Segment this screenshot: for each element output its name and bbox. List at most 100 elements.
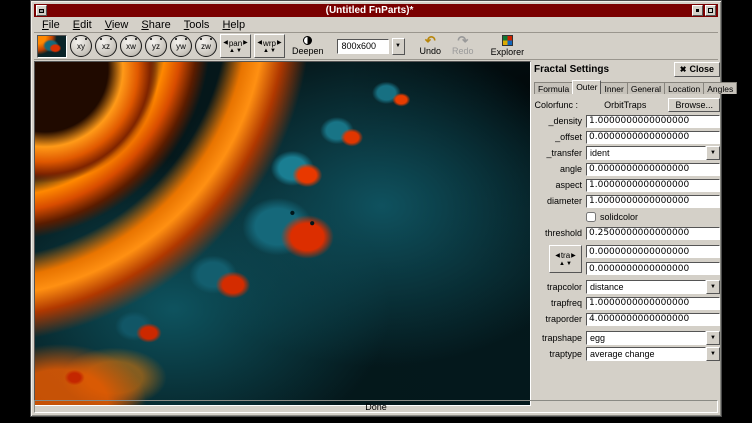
status-bar: Done [34,400,718,413]
tra-label: tra [561,251,570,260]
threshold-label: threshold [534,228,586,238]
density-input[interactable] [586,115,720,128]
solidcolor-checkbox[interactable] [586,212,596,222]
aspect-row: aspect [534,178,720,192]
aspect-input[interactable] [586,179,720,192]
fractal-thumbnail-button[interactable] [37,35,67,58]
offset-row: _offset [534,130,720,144]
traporder-row: traporder [534,312,720,326]
chevron-down-icon[interactable]: ▼ [706,331,720,345]
undo-label: Undo [420,46,442,56]
pan-down-icon[interactable]: ▼ [236,48,242,54]
trapshape-select[interactable]: egg ▼ [586,331,720,345]
tra-value2-input[interactable] [586,262,720,275]
density-label: _density [534,116,586,126]
tra-down-icon[interactable]: ▼ [566,261,572,267]
rotate-zw-button[interactable]: zw [195,35,217,57]
traptype-label: traptype [534,349,586,359]
warp-left-icon[interactable]: ◀ [257,40,262,46]
trapfreq-input[interactable] [586,297,720,310]
rotate-yz-button[interactable]: yz [145,35,167,57]
tab-formula[interactable]: Formula [534,82,573,94]
traptype-select[interactable]: average change ▼ [586,347,720,361]
aspect-label: aspect [534,180,586,190]
traptype-value: average change [586,347,706,361]
warp-down-icon[interactable]: ▼ [270,48,276,54]
tab-location[interactable]: Location [664,82,704,94]
minimize-button[interactable] [692,5,703,16]
warp-up-icon[interactable]: ▲ [263,48,269,54]
tra-up-icon[interactable]: ▲ [559,261,565,267]
diameter-input[interactable] [586,195,720,208]
deepen-button[interactable]: Deepen [288,36,328,56]
close-icon: ✖ [680,65,687,74]
warp-label: wrp [263,39,276,48]
outer-tab-content: Colorfunc : OrbitTraps Browse... _densit… [534,93,720,361]
maximize-button[interactable] [705,5,716,16]
tra-left-icon[interactable]: ◀ [555,253,560,259]
tra-right-icon[interactable]: ▶ [571,253,576,259]
tra-row: ◀ tra ▶ ▲ ▼ [534,245,720,275]
chevron-down-icon[interactable]: ▼ [706,347,720,361]
chevron-down-icon[interactable]: ▼ [706,280,720,294]
transfer-select[interactable]: ident ▼ [586,146,720,160]
menu-help[interactable]: Help [216,18,252,32]
menubar: File Edit View Share Tools Help [34,18,718,33]
threshold-row: threshold [534,226,720,240]
threshold-input[interactable] [586,227,720,240]
browse-button[interactable]: Browse... [668,98,720,112]
close-label: Close [689,64,714,74]
solidcolor-checkbox-row[interactable]: solidcolor [586,212,638,222]
angle-input[interactable] [586,163,720,176]
tab-general[interactable]: General [627,82,665,94]
tab-outer[interactable]: Outer [572,80,601,94]
close-panel-button[interactable]: ✖ Close [674,62,720,77]
pan-right-icon[interactable]: ▶ [243,40,248,46]
rotate-yw-button[interactable]: yw [170,35,192,57]
rotate-xw-button[interactable]: xw [120,35,142,57]
resolution-dropdown-button[interactable]: ▼ [392,38,405,55]
window-menu-button[interactable] [36,5,47,16]
fractal-canvas[interactable] [34,61,531,406]
menu-view[interactable]: View [99,18,136,32]
offset-label: _offset [534,132,586,142]
colorfunc-label: Colorfunc : [534,100,582,110]
resolution-field[interactable]: 800x600 [337,39,389,54]
desktop: (Untitled FnParts)* File Edit View Share… [0,0,752,423]
tab-inner[interactable]: Inner [600,82,627,94]
warp-right-icon[interactable]: ▶ [277,40,282,46]
tra-value1-input[interactable] [586,245,720,258]
resolution-control: 800x600 ▼ [337,38,405,55]
pan-left-icon[interactable]: ◀ [223,40,228,46]
pan-up-icon[interactable]: ▲ [229,48,235,54]
undo-button[interactable]: ↶ Undo [416,36,446,56]
chevron-down-icon[interactable]: ▼ [706,146,720,160]
tab-angles[interactable]: Angles [703,82,737,94]
traporder-input[interactable] [586,313,720,326]
panel-title: Fractal Settings [534,64,609,75]
pan-control[interactable]: ◀ pan ▶ ▲ ▼ [220,34,251,58]
rotate-xy-button[interactable]: xy [70,35,92,57]
menu-share[interactable]: Share [135,18,177,32]
titlebar[interactable]: (Untitled FnParts)* [34,4,718,17]
trapfreq-row: trapfreq [534,296,720,310]
offset-input[interactable] [586,131,720,144]
explorer-button[interactable]: Explorer [487,35,529,57]
tra-spinner[interactable]: ◀ tra ▶ ▲ ▼ [549,245,582,273]
warp-control[interactable]: ◀ wrp ▶ ▲ ▼ [254,34,285,58]
settings-tabs: Formula Outer Inner General Location Ang… [534,80,720,94]
trapcolor-select[interactable]: distance ▼ [586,280,720,294]
redo-button[interactable]: ↷ Redo [448,36,478,56]
window-title: (Untitled FnParts)* [48,4,691,17]
trapshape-label: trapshape [534,333,586,343]
menu-file[interactable]: File [36,18,67,32]
menu-tools[interactable]: Tools [178,18,217,32]
rotate-xz-button[interactable]: xz [95,35,117,57]
chevron-down-icon: ▼ [395,43,401,49]
solidcolor-row: solidcolor [534,210,720,224]
trapcolor-value: distance [586,280,706,294]
app-window: (Untitled FnParts)* File Edit View Share… [30,0,722,417]
menu-edit[interactable]: Edit [67,18,99,32]
transfer-value: ident [586,146,706,160]
status-text: Done [365,402,387,412]
